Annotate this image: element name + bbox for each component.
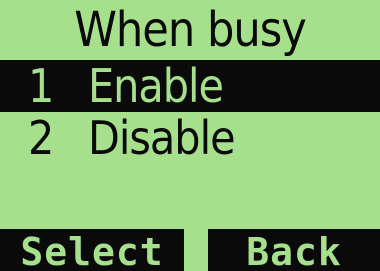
screen-title: When busy <box>74 2 307 58</box>
option-menu: 1 Enable 2 Disable <box>0 60 380 164</box>
menu-item-number: 1 <box>28 59 55 113</box>
softkey-bar: Select Back <box>0 229 380 271</box>
back-softkey[interactable]: Back <box>208 229 380 271</box>
menu-item-label: Disable <box>88 111 236 165</box>
select-softkey[interactable]: Select <box>0 229 184 271</box>
menu-item-disable[interactable]: 2 Disable <box>0 112 380 164</box>
menu-item-number: 2 <box>28 111 55 165</box>
phone-screen: When busy 1 Enable 2 Disable Select Back <box>0 0 380 271</box>
menu-item-enable[interactable]: 1 Enable <box>0 60 380 112</box>
menu-item-label: Enable <box>88 59 224 113</box>
